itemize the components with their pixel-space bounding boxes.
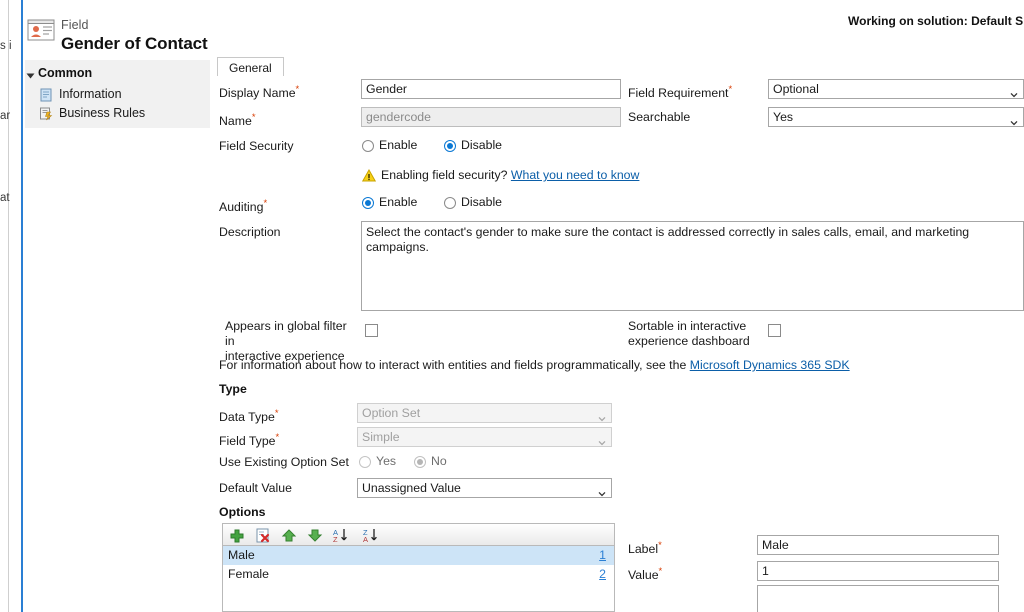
- required-marker: *: [252, 112, 256, 123]
- field-security-warning: Enabling field security? What you need t…: [362, 169, 782, 185]
- background-text-fragment: ar: [0, 110, 22, 122]
- document-icon: [39, 88, 53, 102]
- background-window-edge: [8, 0, 9, 612]
- field-security-label: Field Security: [219, 139, 294, 154]
- name-input[interactable]: gendercode: [361, 107, 621, 127]
- svg-text:Z: Z: [333, 535, 338, 544]
- option-description-textarea[interactable]: [757, 585, 999, 612]
- chevron-down-icon: [1010, 114, 1018, 122]
- option-value-label: Value*: [628, 564, 662, 583]
- svg-text:A: A: [363, 535, 368, 544]
- auditing-radio-group: Enable Disable: [362, 196, 582, 212]
- tab-strip: General: [217, 57, 1024, 77]
- page-title: Gender of Contact: [61, 34, 208, 54]
- contact-card-icon: [25, 16, 57, 46]
- options-list[interactable]: Male 1 Female 2: [222, 546, 615, 612]
- tab-general[interactable]: General: [217, 57, 284, 77]
- field-security-warning-text: Enabling field security? What you need t…: [381, 168, 639, 182]
- tab-underline: [217, 76, 1024, 77]
- sort-ascending-button[interactable]: A Z: [332, 527, 354, 544]
- required-marker: *: [659, 566, 663, 577]
- chevron-down-icon: [1010, 86, 1018, 94]
- default-value-label: Default Value: [219, 481, 292, 496]
- radio-dot: [414, 456, 426, 468]
- delete-option-button[interactable]: [254, 527, 272, 544]
- field-type-select[interactable]: Simple: [357, 427, 612, 447]
- data-type-label: Data Type*: [219, 406, 279, 425]
- collapse-caret-icon[interactable]: [27, 74, 35, 79]
- searchable-select[interactable]: Yes: [768, 107, 1024, 127]
- chevron-down-icon: [598, 410, 606, 418]
- sort-descending-button[interactable]: Z A: [362, 527, 384, 544]
- display-name-label: Display Name*: [219, 82, 299, 101]
- option-label: Male: [228, 548, 255, 562]
- option-value[interactable]: 1: [599, 548, 606, 562]
- option-value[interactable]: 2: [599, 567, 606, 581]
- business-rule-icon: [39, 107, 53, 121]
- sdk-link[interactable]: Microsoft Dynamics 365 SDK: [690, 358, 850, 372]
- default-value-select[interactable]: Unassigned Value: [357, 478, 612, 498]
- field-editor-screen: s i ar at Field Gender of Contact Workin…: [0, 0, 1024, 612]
- background-text-fragment: s i: [0, 40, 22, 52]
- sdk-info-line: For information about how to interact wi…: [219, 358, 850, 372]
- required-marker: *: [658, 540, 662, 551]
- chevron-down-icon: [598, 485, 606, 493]
- table-row[interactable]: Female 2: [223, 565, 614, 584]
- searchable-label: Searchable: [628, 110, 690, 125]
- use-existing-option-set-radio-group: Yes No: [359, 455, 559, 471]
- display-name-input[interactable]: Gender: [361, 79, 621, 99]
- field-requirement-select[interactable]: Optional: [768, 79, 1024, 99]
- radio-dot: [444, 140, 456, 152]
- sidebar-item-label: Business Rules: [59, 106, 145, 121]
- required-marker: *: [263, 198, 267, 209]
- option-label-input[interactable]: Male: [757, 535, 999, 555]
- sortable-dashboard-checkbox[interactable]: [768, 324, 781, 337]
- background-text-fragment: at: [0, 192, 22, 204]
- radio-dot: [444, 197, 456, 209]
- solution-context-label: Working on solution: Default S: [848, 14, 1024, 28]
- field-type-label: Field Type*: [219, 430, 279, 449]
- required-marker: *: [728, 84, 732, 95]
- radio-dot: [362, 197, 374, 209]
- warning-icon: [362, 169, 376, 182]
- type-section-heading: Type: [219, 382, 247, 396]
- required-marker: *: [296, 84, 300, 95]
- global-filter-checkbox[interactable]: [365, 324, 378, 337]
- background-window[interactable]: s i ar at: [0, 0, 23, 612]
- chevron-down-icon: [598, 434, 606, 442]
- field-security-radio-group: Enable Disable: [362, 139, 582, 155]
- auditing-label: Auditing*: [219, 196, 267, 215]
- option-label: Female: [228, 567, 269, 581]
- move-up-button[interactable]: [280, 527, 298, 544]
- description-textarea[interactable]: Select the contact's gender to make sure…: [361, 221, 1024, 311]
- sidebar: Common Information: [25, 60, 210, 128]
- radio-dot: [359, 456, 371, 468]
- field-dialog: Field Gender of Contact Working on solut…: [25, 0, 1024, 612]
- options-section-heading: Options: [219, 505, 265, 519]
- name-label: Name*: [219, 110, 256, 129]
- field-requirement-label: Field Requirement*: [628, 82, 732, 101]
- option-value-input[interactable]: 1: [757, 561, 999, 581]
- dialog-header: Field Gender of Contact: [25, 10, 725, 58]
- options-toolbar: A Z Z A: [222, 523, 615, 546]
- data-type-select[interactable]: Option Set: [357, 403, 612, 423]
- required-marker: *: [275, 408, 279, 419]
- description-label: Description: [219, 225, 281, 240]
- add-option-button[interactable]: [228, 527, 246, 544]
- sortable-dashboard-label: Sortable in interactive experience dashb…: [628, 319, 768, 349]
- sidebar-item-label: Information: [59, 87, 122, 102]
- use-existing-option-set-label: Use Existing Option Set: [219, 455, 349, 470]
- option-label-label: Label*: [628, 538, 662, 557]
- move-down-button[interactable]: [306, 527, 324, 544]
- field-security-help-link[interactable]: What you need to know: [511, 168, 640, 182]
- sidebar-group-common[interactable]: Common: [38, 66, 92, 80]
- header-kicker: Field: [61, 18, 89, 32]
- required-marker: *: [276, 432, 280, 443]
- radio-dot: [362, 140, 374, 152]
- table-row[interactable]: Male 1: [223, 546, 614, 565]
